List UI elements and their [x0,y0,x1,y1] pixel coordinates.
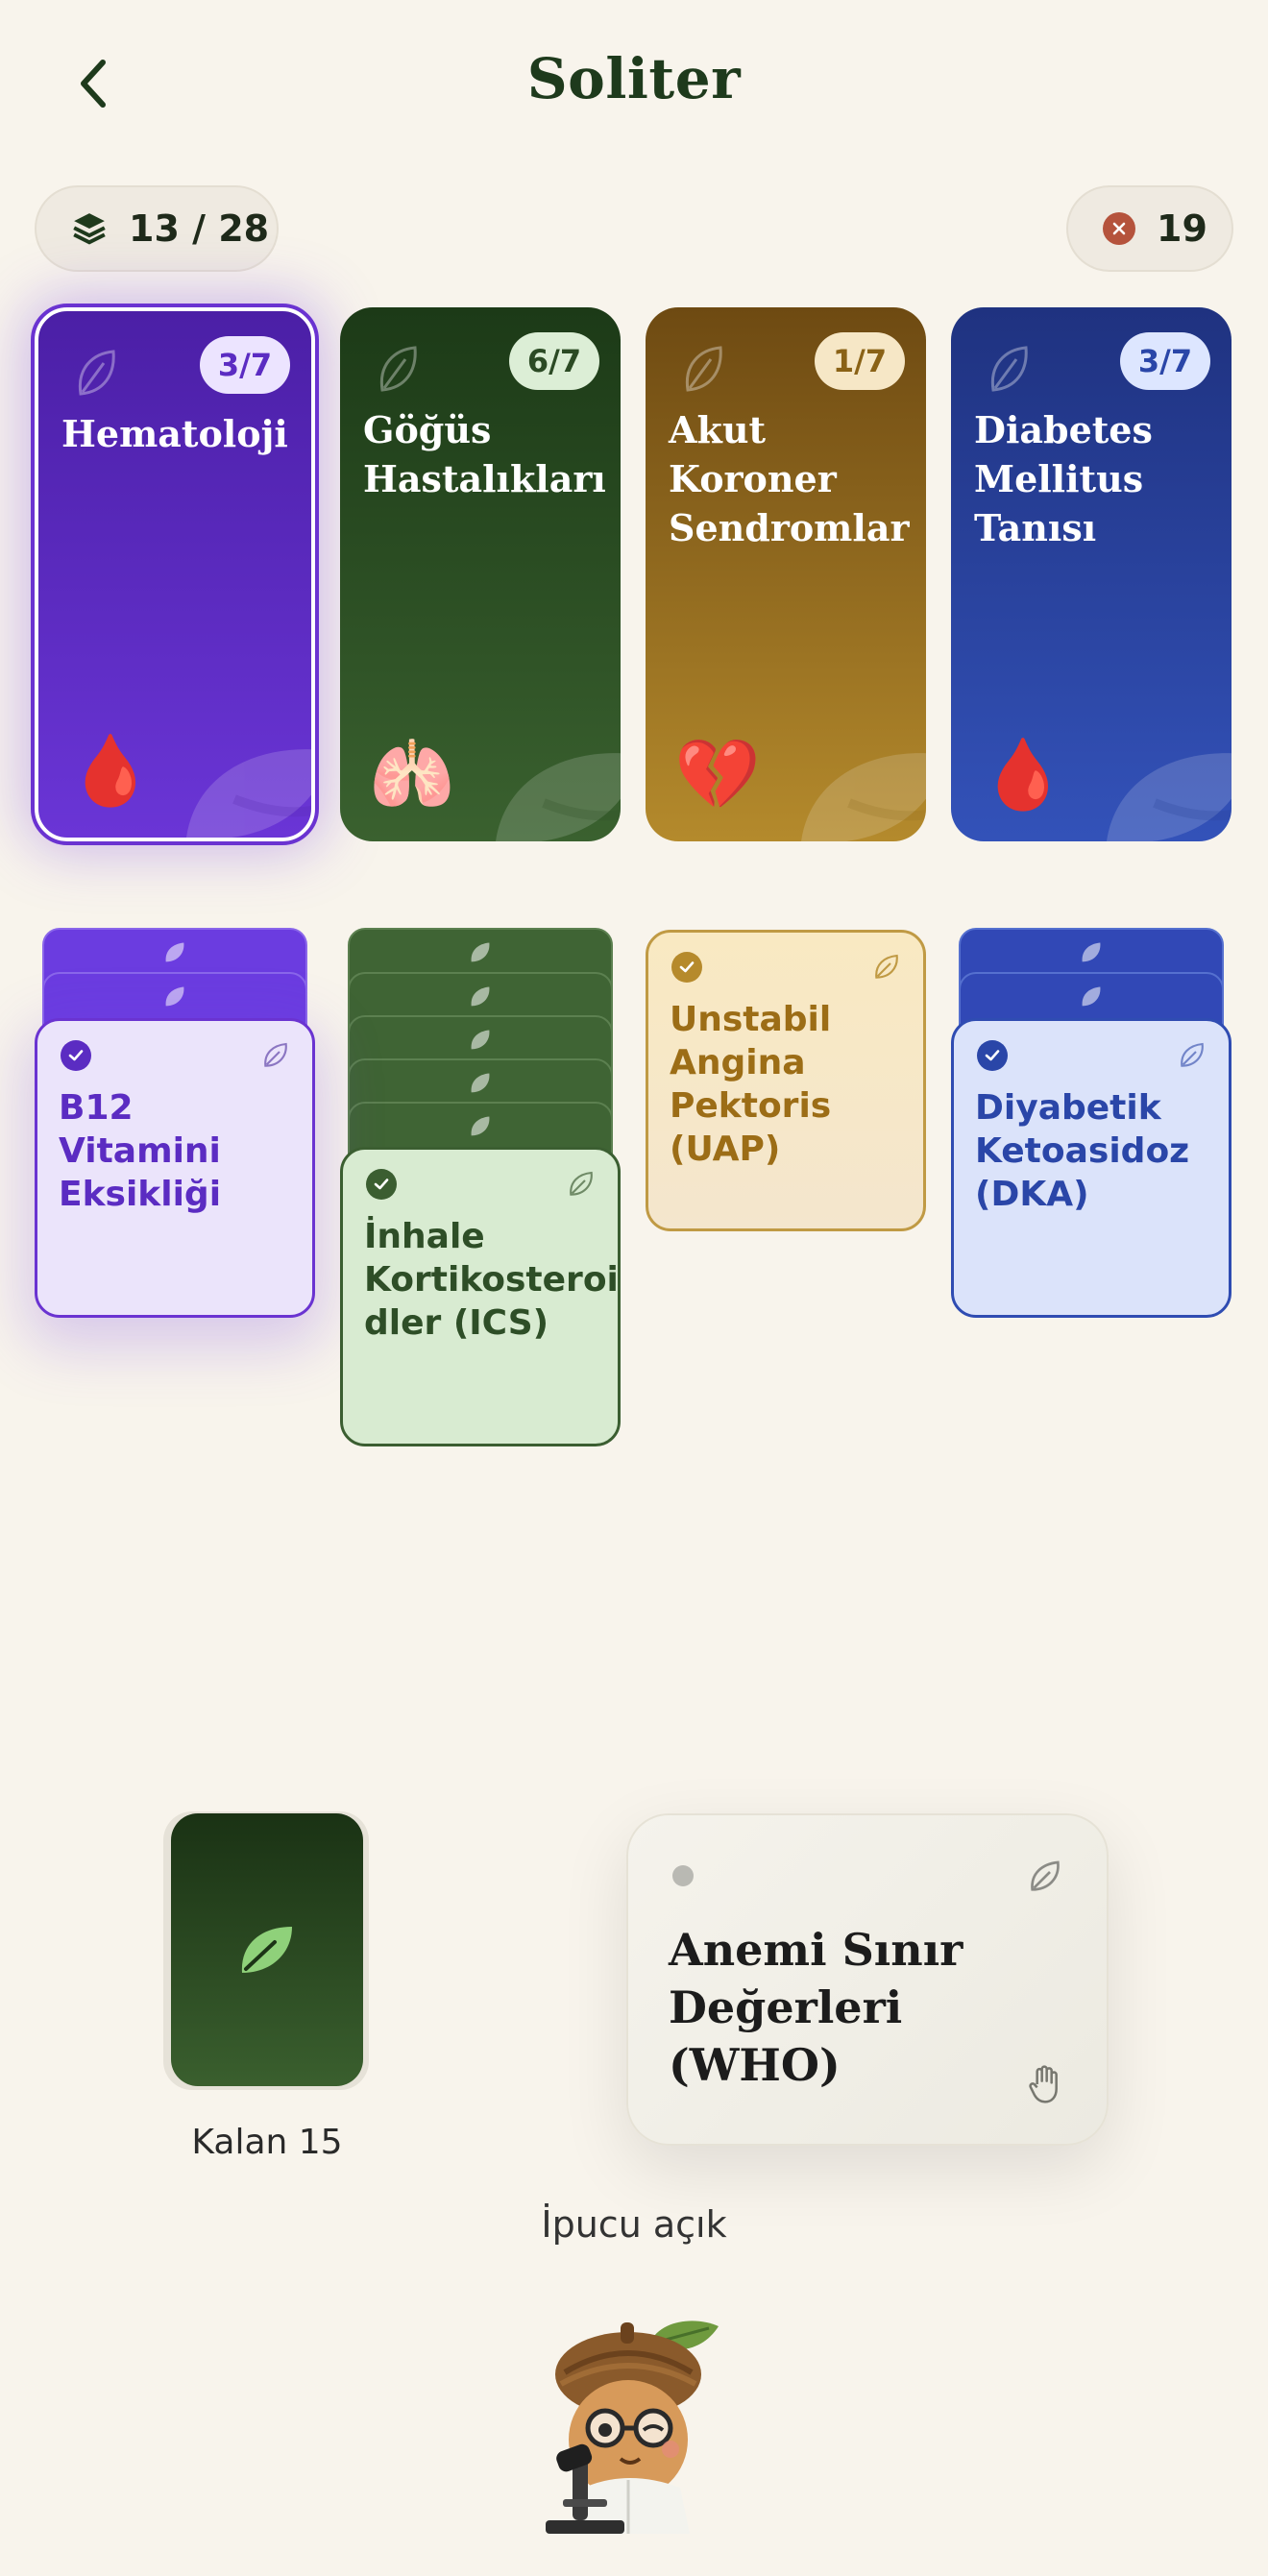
tableau-card[interactable]: Diyabetik Ketoasidoz (DKA) [951,1018,1231,1318]
blood-drop-icon: 🩸 [980,734,1066,814]
leaf-icon [78,350,115,396]
leaf-icon [496,753,621,841]
progress-count: 13 / 28 [129,207,270,250]
leaf-icon [165,986,184,1007]
tableau-card-label: İnhale Kortikosteroi dler (ICS) [364,1217,619,1343]
check-icon [366,1169,397,1200]
tableau-card[interactable]: Unstabil Angina Pektoris (UAP) [646,930,926,1231]
leaf-icon [1181,1042,1204,1067]
stock-pile[interactable] [171,1813,363,2086]
lungs-icon: 🫁 [369,734,455,814]
leaf-icon [471,1073,490,1093]
leaf-icon [379,346,417,392]
foundation-title: Diabetes Mellitus Tanısı [974,408,1153,549]
leaf-icon [1031,1860,1060,1891]
tableau-card-label: Diyabetik Ketoasidoz (DKA) [975,1088,1190,1214]
foundation-hematoloji[interactable]: 3/7 Hematoloji 🩸 [31,304,319,845]
acorn-mascot-image [546,2321,719,2534]
leaf-icon [990,346,1028,392]
foundation-diabetes[interactable]: 3/7 Diabetes Mellitus Tanısı 🩸 [951,307,1231,841]
leaf-icon [471,1030,490,1050]
foundation-progress: 1/7 [815,332,905,390]
foundation-progress: 6/7 [509,332,599,390]
leaf-icon [186,749,311,838]
foundation-akut-koroner[interactable]: 1/7 Akut Koroner Sendromlar 💔 [646,307,926,841]
hint-toggle[interactable]: İpucu açık [0,2203,1268,2246]
current-card[interactable]: Anemi Sınır Değerleri (WHO) [626,1813,1109,2146]
leaf-icon [1082,942,1101,962]
leaf-icon [471,986,490,1007]
foundation-title: Hematoloji [61,412,288,455]
stack-icon [73,213,106,245]
leaf-icon [801,753,926,841]
tableau-card[interactable]: İnhale Kortikosteroi dler (ICS) [340,1147,621,1446]
progress-pill: 13 / 28 [35,185,279,272]
leaf-icon [1107,753,1231,841]
leaf-icon [685,346,722,392]
broken-heart-icon: 💔 [674,734,761,814]
foundation-title: Akut Koroner Sendromlar [669,408,910,549]
error-pill: 19 [1066,185,1233,272]
blood-drop-icon: 🩸 [67,730,154,811]
error-count: 19 [1157,207,1207,250]
page-title: Soliter [526,46,742,111]
leaf-icon [875,954,898,979]
check-icon [671,952,702,983]
foundation-gogus-hastaliklari[interactable]: 6/7 Göğüs Hastalıkları 🫁 [340,307,621,841]
leaf-icon [471,942,490,962]
leaf-icon [471,1116,490,1136]
check-icon [61,1040,91,1071]
status-dot [672,1865,694,1886]
foundation-title: Göğüs Hastalıkları [363,408,606,500]
hand-icon [1029,2065,1058,2103]
current-card-title: Anemi Sınır Değerleri (WHO) [669,1924,963,2091]
check-icon [977,1040,1008,1071]
tableau-card[interactable]: B12 Vitamini Eksikliği [35,1018,315,1318]
leaf-icon [264,1042,287,1067]
stock-remaining: Kalan 15 [191,2123,343,2162]
leaf-icon [241,1927,292,1973]
tableau-card-label: B12 Vitamini Eksikliği [59,1088,222,1214]
leaf-icon [165,942,184,962]
foundation-progress: 3/7 [200,336,290,394]
error-icon [1103,212,1135,245]
tableau-card-label: Unstabil Angina Pektoris (UAP) [670,1000,832,1169]
leaf-icon [570,1171,593,1196]
leaf-icon [1082,986,1101,1007]
foundation-progress: 3/7 [1120,332,1210,390]
